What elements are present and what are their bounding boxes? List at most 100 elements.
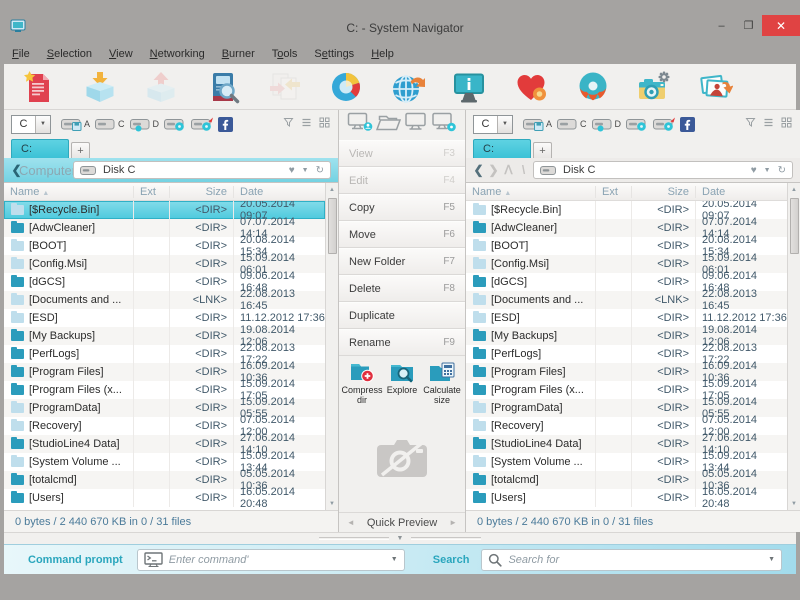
monitor-icon[interactable]: [403, 112, 429, 138]
export-photos-icon[interactable]: [698, 69, 734, 105]
location-box[interactable]: Disk C♥▼↻: [73, 161, 331, 179]
menu-networking[interactable]: Networking: [150, 48, 205, 60]
list-view-icon[interactable]: [301, 115, 312, 133]
removable-media-icon[interactable]: [431, 112, 457, 138]
drive-selector[interactable]: C▼: [11, 115, 51, 134]
new-document-icon[interactable]: [20, 69, 56, 105]
tab-drive-c[interactable]: C:: [11, 139, 69, 158]
file-row[interactable]: [Documents and ...<LNK>22.08.2013 16:45: [466, 291, 787, 309]
menu-help[interactable]: Help: [371, 48, 394, 60]
back-button[interactable]: ❮: [473, 163, 484, 177]
calculate-size-button[interactable]: Calculate size: [422, 361, 462, 406]
scroll-thumb[interactable]: [790, 198, 799, 254]
hdd-drive-button[interactable]: C: [557, 116, 587, 132]
drive-selector[interactable]: C▼: [473, 115, 513, 134]
disk-usage-icon[interactable]: [328, 69, 364, 105]
cd-drive-button[interactable]: [164, 116, 186, 132]
burn-disc-icon[interactable]: [575, 69, 611, 105]
folder-icon: [11, 367, 24, 377]
menu-selection[interactable]: Selection: [47, 48, 92, 60]
action-rename-button[interactable]: RenameF9: [339, 329, 465, 356]
action-view-button[interactable]: ViewF3: [339, 140, 465, 167]
menu-settings[interactable]: Settings: [314, 48, 354, 60]
filter-icon[interactable]: [283, 115, 294, 133]
file-row[interactable]: [Users]<DIR>16.05.2014 20:48: [4, 489, 325, 507]
horizontal-splitter[interactable]: ▼: [4, 532, 796, 544]
remote-connect-icon[interactable]: [347, 112, 373, 138]
menu-tools[interactable]: Tools: [272, 48, 298, 60]
vertical-scrollbar[interactable]: ▲▼: [325, 183, 338, 510]
forward-button[interactable]: ❯: [488, 163, 499, 177]
chevron-down-icon[interactable]: ▼: [302, 167, 309, 174]
unpack-files-icon[interactable]: [143, 69, 179, 105]
title-bar[interactable]: C: - System Navigator – ❐ ✕: [10, 15, 800, 43]
root-button[interactable]: \: [518, 163, 529, 177]
search-input[interactable]: [508, 554, 763, 566]
column-headers[interactable]: Name ▲ExtSizeDate: [4, 183, 325, 201]
quick-preview-bar[interactable]: ◄Quick Preview►: [339, 512, 465, 532]
floppy-drive-button[interactable]: A: [523, 116, 552, 132]
chevron-down-icon[interactable]: ▼: [764, 167, 771, 174]
chevron-down-icon[interactable]: ▼: [768, 556, 775, 563]
command-input[interactable]: [169, 554, 386, 566]
grid-view-icon[interactable]: [319, 115, 330, 133]
column-ext: Ext: [595, 186, 631, 198]
scroll-thumb[interactable]: [328, 198, 337, 254]
column-headers[interactable]: Name ▲ExtSizeDate: [466, 183, 787, 201]
cd-burn-button[interactable]: [191, 116, 213, 132]
snapshot-icon[interactable]: [636, 69, 672, 105]
chevron-down-icon[interactable]: ▼: [391, 556, 398, 563]
menu-view[interactable]: View: [109, 48, 133, 60]
filter-icon[interactable]: [745, 115, 756, 133]
facebook-button[interactable]: [680, 117, 695, 132]
compress-dir-button[interactable]: Compress dir: [342, 361, 382, 406]
location-box[interactable]: Disk C♥▼↻: [533, 161, 793, 179]
pack-files-icon[interactable]: [82, 69, 118, 105]
action-new-folder-button[interactable]: New FolderF7: [339, 248, 465, 275]
cd-burn-button[interactable]: [653, 116, 675, 132]
grid-view-icon[interactable]: [781, 115, 792, 133]
minimize-button[interactable]: –: [708, 15, 735, 36]
facebook-button[interactable]: [218, 117, 233, 132]
system-info-icon[interactable]: [451, 69, 487, 105]
floppy-drive-button[interactable]: A: [61, 116, 90, 132]
file-row[interactable]: [Users]<DIR>16.05.2014 20:48: [466, 489, 787, 507]
folder-icon: [473, 367, 486, 377]
find-files-icon[interactable]: [205, 69, 241, 105]
action-move-button[interactable]: MoveF6: [339, 221, 465, 248]
favorite-icon[interactable]: ♥: [751, 165, 757, 176]
network-icon[interactable]: [390, 69, 426, 105]
close-button[interactable]: ✕: [762, 15, 800, 36]
action-edit-button[interactable]: EditF4: [339, 167, 465, 194]
new-tab-button[interactable]: +: [533, 142, 552, 158]
favorite-icon[interactable]: ♥: [289, 165, 295, 176]
menu-file[interactable]: File: [12, 48, 30, 60]
hdd-media-button[interactable]: D: [592, 116, 622, 132]
vertical-scrollbar[interactable]: ▲▼: [787, 183, 800, 510]
folder-icon: [473, 493, 486, 503]
menu-burner[interactable]: Burner: [222, 48, 255, 60]
sync-dirs-icon[interactable]: [267, 69, 303, 105]
new-tab-button[interactable]: +: [71, 142, 90, 158]
list-view-icon[interactable]: [763, 115, 774, 133]
open-folder-icon[interactable]: [375, 112, 401, 138]
collapse-icon[interactable]: ▼: [397, 535, 404, 542]
scroll-down-icon: ▼: [788, 497, 800, 510]
action-copy-button[interactable]: CopyF5: [339, 194, 465, 221]
search-input-wrap: ▼: [481, 549, 782, 571]
folder-icon: [473, 421, 486, 431]
tab-drive-c[interactable]: C:: [473, 139, 531, 158]
explore-button[interactable]: Explore: [382, 361, 422, 406]
maximize-button[interactable]: ❐: [735, 15, 762, 36]
hdd-drive-button[interactable]: C: [95, 116, 125, 132]
cd-drive-button[interactable]: [626, 116, 648, 132]
up-button[interactable]: ᐱ: [503, 163, 514, 177]
action-duplicate-button[interactable]: Duplicate: [339, 302, 465, 329]
refresh-icon[interactable]: ↻: [778, 165, 786, 176]
favorites-icon[interactable]: [513, 69, 549, 105]
middle-toolbar: [339, 110, 465, 140]
action-delete-button[interactable]: DeleteF8: [339, 275, 465, 302]
file-row[interactable]: [Documents and ...<LNK>22.08.2013 16:45: [4, 291, 325, 309]
refresh-icon[interactable]: ↻: [316, 165, 324, 176]
hdd-media-button[interactable]: D: [130, 116, 160, 132]
